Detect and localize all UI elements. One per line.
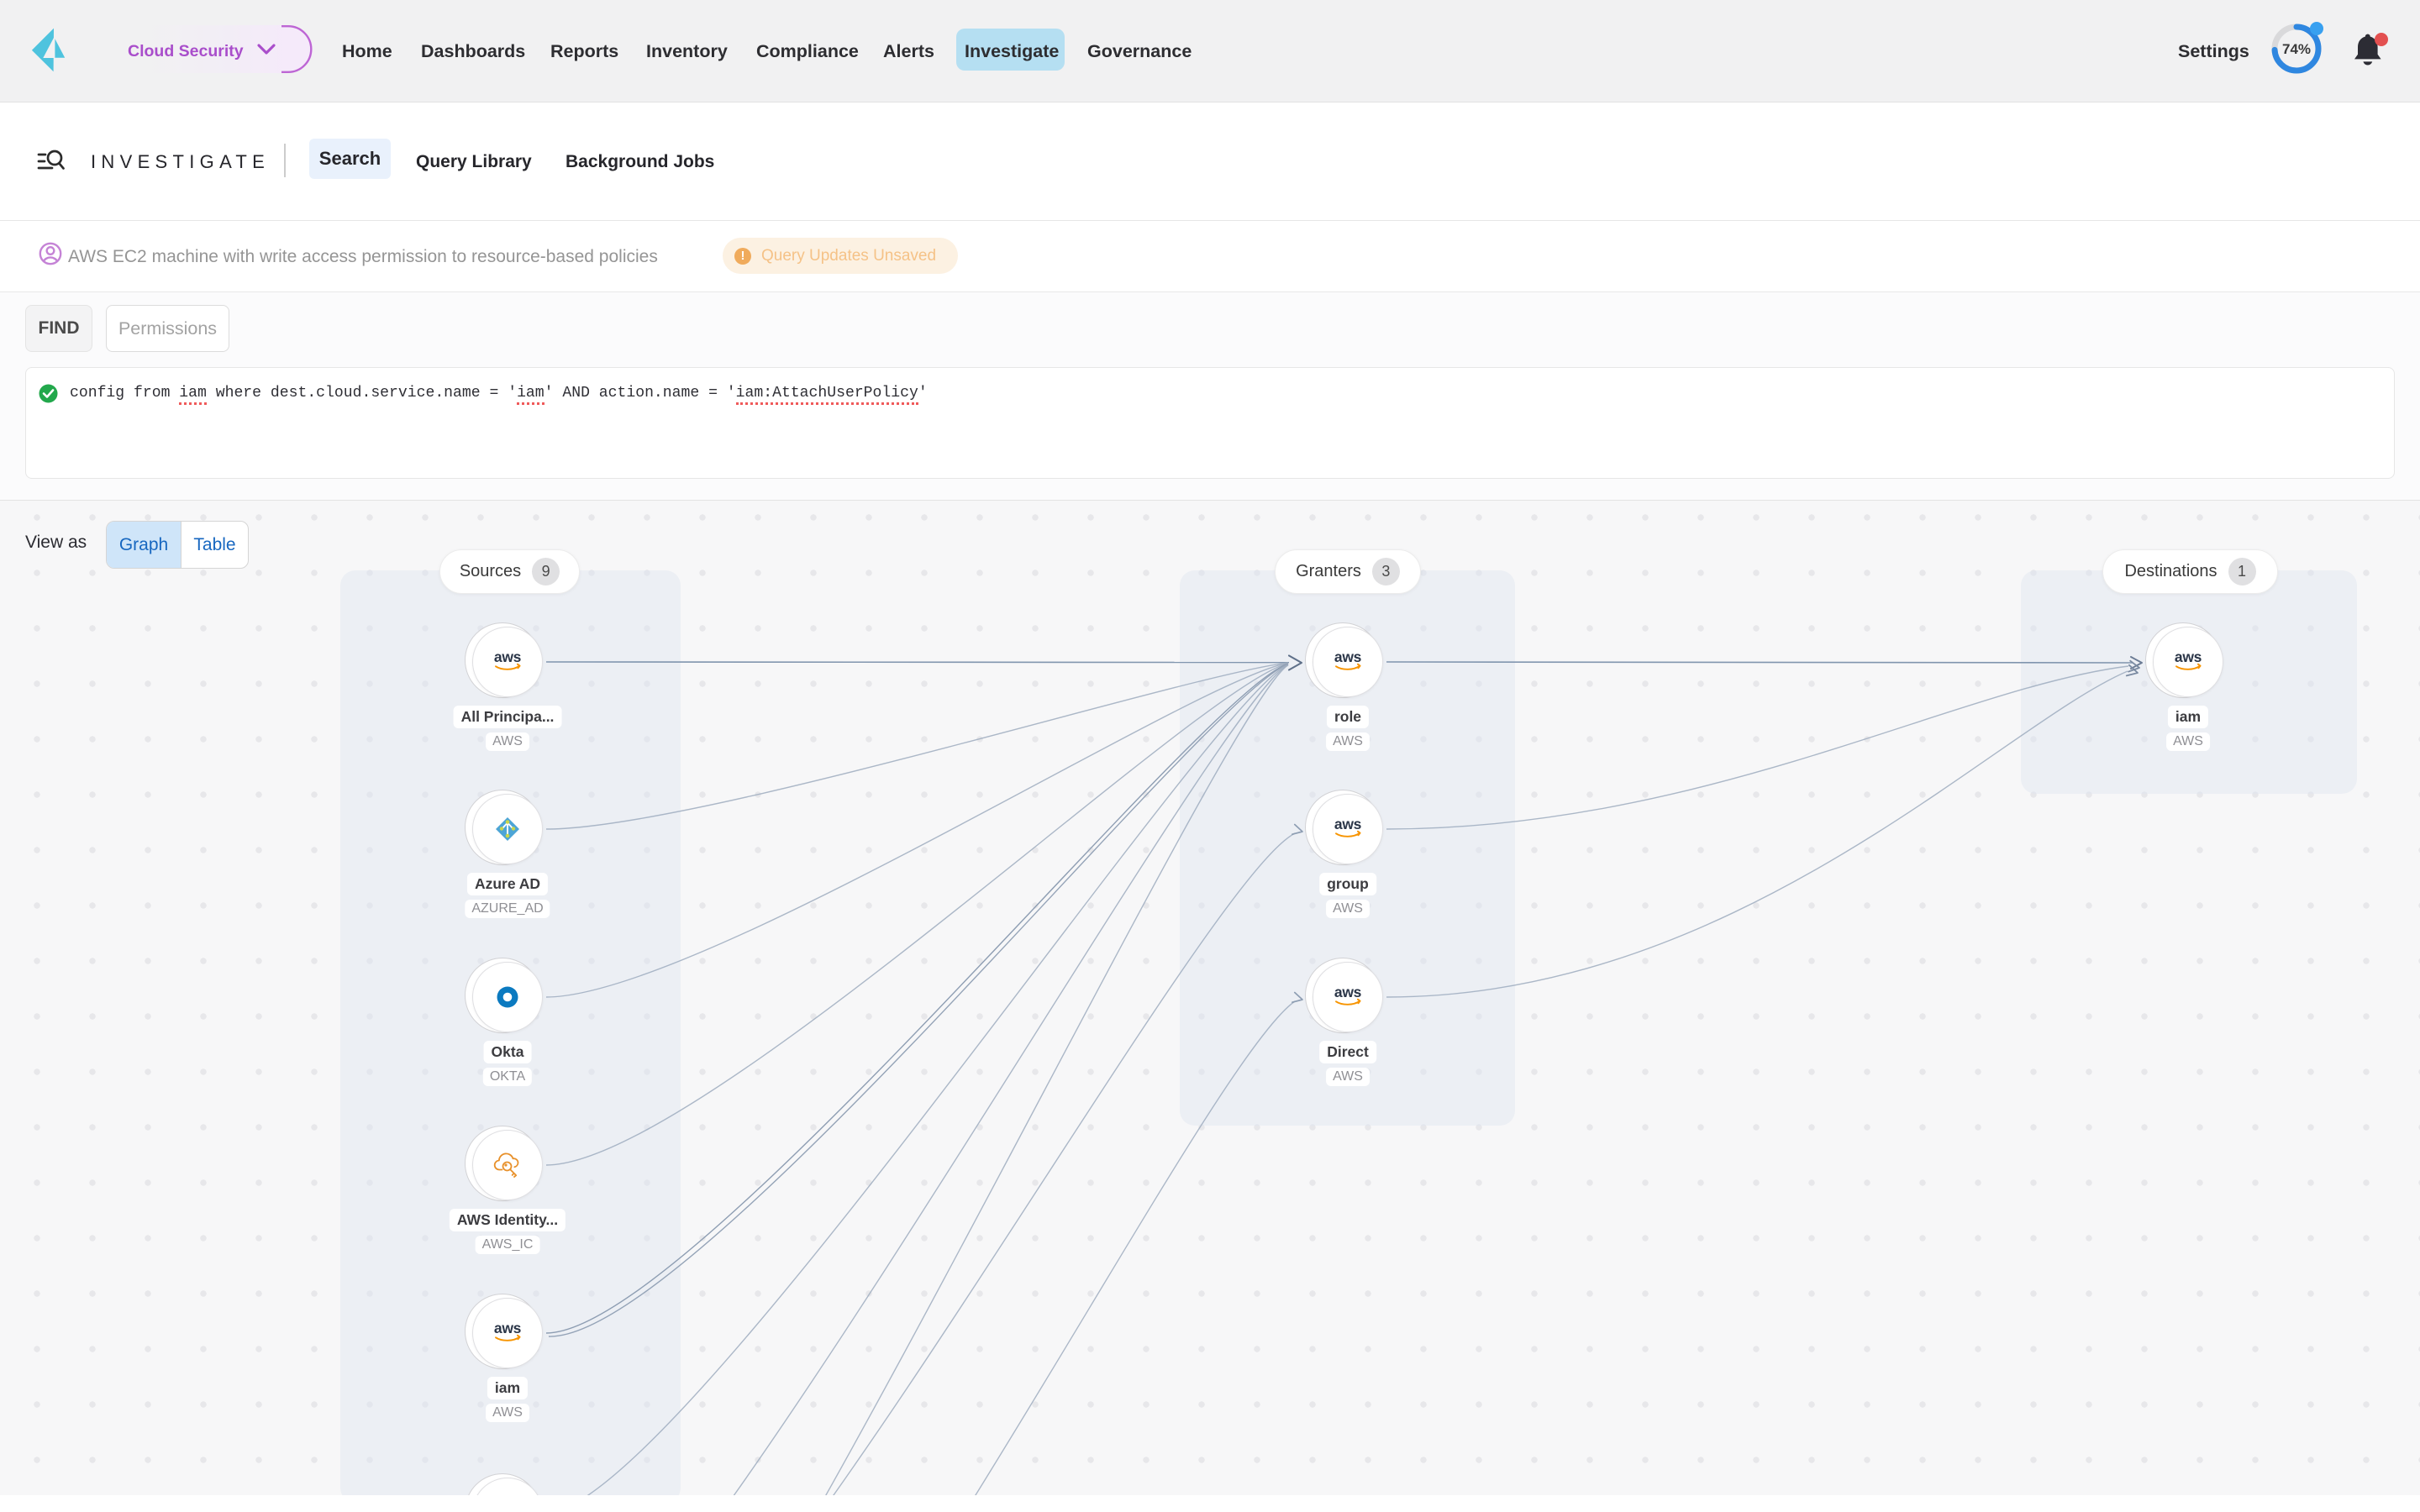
svg-text:aws: aws xyxy=(494,649,522,665)
svg-text:aws: aws xyxy=(1334,984,1362,1000)
svg-text:74%: 74% xyxy=(2282,41,2311,57)
svg-text:aws: aws xyxy=(2175,649,2202,665)
svg-text:aws: aws xyxy=(1334,649,1362,665)
svg-text:aws: aws xyxy=(1334,816,1362,832)
svg-text:aws: aws xyxy=(494,1320,522,1336)
